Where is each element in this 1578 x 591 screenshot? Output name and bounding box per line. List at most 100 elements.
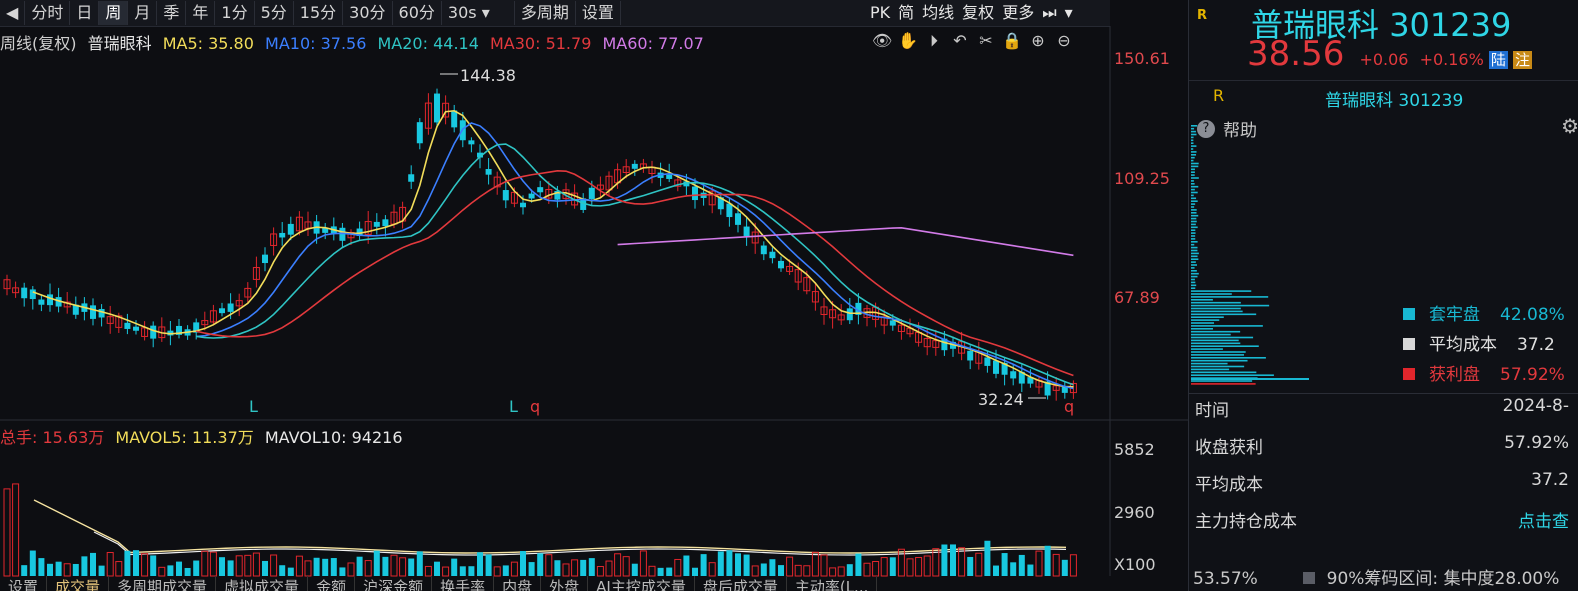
volume-bar (468, 566, 474, 576)
chip-bar (1191, 145, 1196, 147)
volume-bar (967, 557, 973, 576)
main-cost-link[interactable]: 点击查 (1518, 507, 1569, 532)
chip-bar (1191, 264, 1197, 266)
volume-bar (228, 560, 234, 576)
candle-body (408, 174, 414, 181)
chip-bar (1191, 241, 1198, 243)
chip-bar (1191, 195, 1194, 197)
candle-body (451, 110, 457, 127)
indicator-tab-11[interactable]: 主动率(L... (787, 576, 878, 591)
volume-bar (4, 489, 10, 576)
chip-legend-avg: 平均成本 37.2 (1403, 330, 1565, 360)
candle-body (434, 94, 440, 123)
candle-body (520, 203, 526, 208)
indicator-tab-1[interactable]: 成交量 (47, 576, 109, 591)
volume-bar (666, 568, 672, 576)
candle-body (735, 213, 741, 225)
chip-bar (1191, 325, 1263, 327)
chip-bar (1191, 261, 1196, 263)
indicator-tab-9[interactable]: AI主控成交量 (588, 576, 695, 591)
gear-icon[interactable]: ⚙ (1561, 114, 1578, 138)
mavol5-line (34, 500, 1066, 553)
candle-body (219, 308, 225, 313)
chip-bar (1191, 238, 1195, 240)
volume-value: 总手: 15.63万 (0, 428, 104, 447)
candle-body (133, 327, 139, 331)
chip-bar (1191, 380, 1252, 382)
volume-bar (322, 559, 328, 576)
chip-bar (1191, 200, 1198, 202)
volume-bar (735, 553, 741, 576)
indicator-tab-7[interactable]: 内盘 (494, 576, 541, 591)
indicator-tab-3[interactable]: 虚拟成交量 (216, 576, 308, 591)
volume-bar (924, 556, 930, 576)
chip-bar (1191, 316, 1224, 318)
low-label: 32.24 (978, 390, 1024, 409)
volume-bar (374, 551, 380, 576)
volume-bar (984, 541, 990, 576)
chip-bar (1191, 383, 1256, 385)
volume-bar (1053, 554, 1059, 576)
volume-bar (73, 564, 79, 576)
candle-body (778, 261, 784, 268)
volume-bar (210, 552, 216, 576)
chip-bar (1191, 206, 1194, 208)
chip-bar (1191, 357, 1266, 359)
candle-body (666, 175, 672, 179)
volume-bar (649, 566, 655, 576)
profit-row-label: 收盘获利 (1195, 433, 1263, 458)
volume-bar (529, 562, 535, 576)
price-tick-1: 150.61 (1114, 49, 1170, 68)
volume-bar (443, 567, 449, 576)
candle-body (99, 309, 105, 318)
volume-bar (761, 563, 767, 576)
volume-bar (976, 553, 982, 576)
price-pct: +0.16% (1420, 50, 1484, 69)
volume-bar (460, 566, 466, 576)
volume-bar (683, 556, 689, 576)
indicator-tab-0[interactable]: 设置 (0, 576, 47, 591)
volume-bar (726, 550, 732, 576)
volume-bar (787, 557, 793, 576)
candle-body (279, 233, 285, 238)
volume-bar (305, 561, 311, 576)
trapped-swatch (1403, 308, 1415, 320)
chip-bar (1191, 345, 1259, 347)
chip-legend-trapped: 套牢盘 42.08% (1403, 300, 1565, 330)
indicator-tab-8[interactable]: 外盘 (541, 576, 588, 591)
chip-bar (1191, 267, 1195, 269)
volume-bar (511, 562, 517, 576)
volume-bar (425, 566, 431, 576)
r-badge-2: R (1213, 86, 1224, 105)
chip-bar (1191, 302, 1241, 304)
indicator-tab-2[interactable]: 多周期成交量 (109, 576, 216, 591)
volume-bar (718, 551, 724, 576)
indicator-tab-5[interactable]: 沪深金额 (355, 576, 432, 591)
volume-bar (339, 567, 345, 576)
chip-bar (1191, 319, 1219, 321)
chip-bar (1191, 189, 1195, 191)
volume-bar (623, 557, 629, 576)
volume-bar (331, 558, 337, 576)
indicator-tab-6[interactable]: 换手率 (432, 576, 494, 591)
indicator-tab-4[interactable]: 金额 (308, 576, 355, 591)
chip-avg-bar (1191, 378, 1309, 380)
volume-bar (778, 565, 784, 576)
kline-chart[interactable]: 144.38 32.24 L L q q 150.61 109.25 67.89… (0, 0, 1188, 591)
trapped-label: 套牢盘 (1429, 305, 1480, 325)
chip-bar (1191, 282, 1195, 284)
price-line: 38.56 +0.06 +0.16% 陆 注 (1247, 34, 1532, 74)
chip-title: 普瑞眼科 301239 (1325, 86, 1463, 111)
volume-bar (744, 555, 750, 576)
volume-bar (615, 554, 621, 576)
volume-bar (296, 556, 302, 576)
candle-body (967, 351, 973, 361)
volume-bar (202, 551, 208, 576)
indicator-tab-10[interactable]: 盘后成交量 (695, 576, 787, 591)
chip-bar (1191, 314, 1256, 316)
chip-bar (1191, 363, 1228, 365)
chip-bar (1191, 372, 1256, 374)
chip-bar (1191, 171, 1195, 173)
chip-bar (1191, 198, 1196, 200)
chip-bar (1191, 290, 1251, 292)
